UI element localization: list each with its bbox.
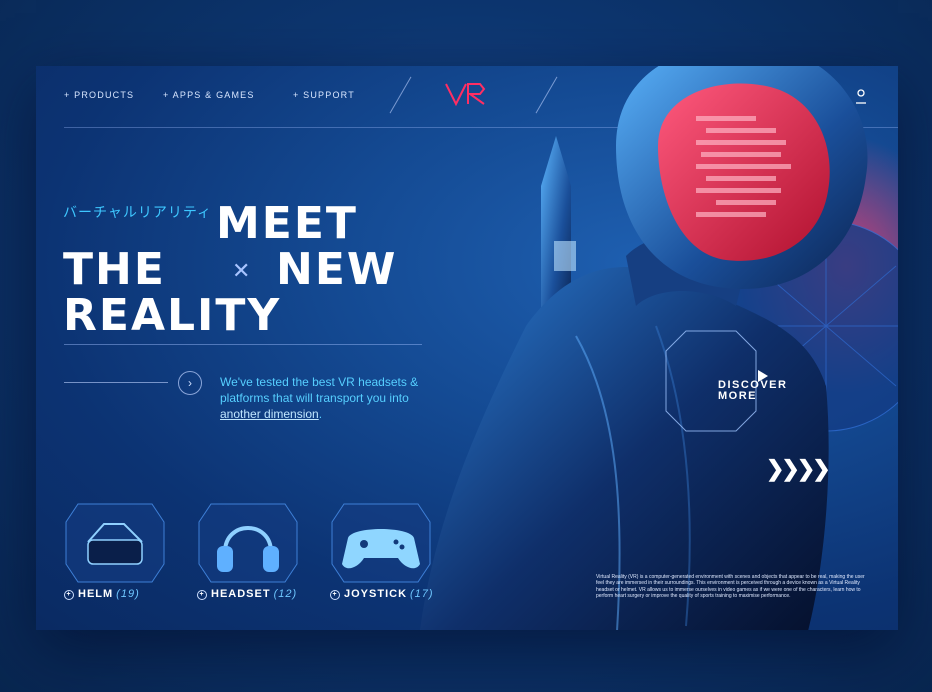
cross-icon: ✕ — [232, 258, 251, 283]
nav-products[interactable]: + PRODUCTS — [64, 90, 134, 100]
product-label-headset[interactable]: + HEADSET (12) — [197, 588, 297, 600]
vr-astronaut-illustration — [419, 66, 898, 630]
dimension-link[interactable]: another dimension — [220, 407, 319, 421]
product-card-helm[interactable] — [64, 502, 166, 584]
fine-print: Virtual Reality (VR) is a computer-gener… — [596, 574, 865, 599]
headline-new: NEW — [276, 244, 398, 295]
japanese-tagline: バーチャルリアリティ — [63, 204, 213, 220]
plus-icon: + — [64, 590, 74, 600]
product-name: HEADSET — [211, 588, 271, 600]
headline-divider — [64, 344, 422, 345]
product-name: HELM — [78, 588, 114, 600]
hero-description: We've tested the best VR headsets & plat… — [220, 374, 440, 422]
vr-helm-icon — [65, 503, 165, 583]
headline-reality: REALITY — [63, 290, 282, 341]
product-label-helm[interactable]: + HELM (19) — [64, 588, 140, 600]
desc-rule — [64, 382, 168, 383]
plus-icon: + — [330, 590, 340, 600]
headline-the: THE — [63, 244, 166, 295]
arrows-right-icon[interactable]: ❯❯❯❯ — [766, 456, 831, 482]
product-card-headset[interactable] — [197, 502, 299, 584]
nav-support[interactable]: + SUPPORT — [293, 90, 355, 100]
product-card-joystick[interactable] — [330, 502, 432, 584]
landing-card: + PRODUCTS + APPS & GAMES + SUPPORT バーチャ… — [36, 66, 898, 630]
product-label-joystick[interactable]: + JOYSTICK (17) — [330, 588, 434, 600]
gamepad-icon — [331, 503, 431, 583]
discover-line2: MORE — [718, 390, 757, 402]
chevron-right-icon[interactable]: › — [178, 371, 202, 395]
desc-text: We've tested the best VR headsets & plat… — [220, 375, 419, 405]
headphones-icon — [198, 503, 298, 583]
nav-apps-games[interactable]: + APPS & GAMES — [163, 90, 255, 100]
discover-more-button[interactable]: DISCOVER MORE — [718, 380, 787, 402]
product-count: (17) — [410, 588, 434, 600]
product-count: (19) — [116, 588, 140, 600]
product-name: JOYSTICK — [344, 588, 408, 600]
desc-end: . — [318, 407, 323, 421]
plus-icon: + — [197, 590, 207, 600]
headline-meet: MEET — [216, 198, 358, 249]
product-count: (12) — [273, 588, 298, 600]
